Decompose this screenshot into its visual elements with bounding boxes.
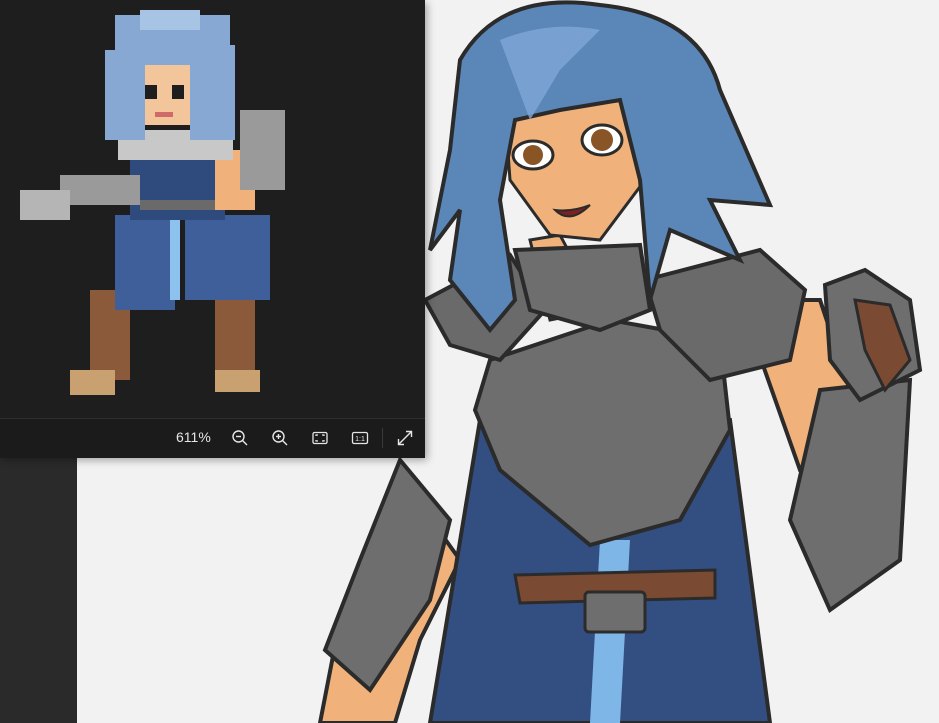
zoom-in-icon (272, 430, 288, 446)
actual-size-icon: 1:1 (351, 431, 369, 445)
left-sidebar-panel (0, 457, 77, 723)
pixel-sprite (20, 10, 285, 395)
actual-size-button[interactable]: 1:1 (348, 426, 372, 450)
image-viewer-window: 611% 1:1 (0, 0, 425, 458)
expand-button[interactable] (393, 426, 417, 450)
expand-icon (397, 430, 413, 446)
fit-to-window-button[interactable] (308, 426, 332, 450)
actual-size-label: 1:1 (355, 436, 365, 443)
viewer-toolbar: 611% 1:1 (0, 418, 425, 458)
viewer-canvas[interactable] (0, 0, 425, 418)
zoom-out-button[interactable] (228, 426, 252, 450)
toolbar-divider (382, 428, 383, 448)
zoom-level-label: 611% (176, 429, 211, 445)
zoom-in-button[interactable] (268, 426, 292, 450)
fit-to-window-icon (312, 431, 328, 445)
zoom-out-icon (232, 430, 248, 446)
